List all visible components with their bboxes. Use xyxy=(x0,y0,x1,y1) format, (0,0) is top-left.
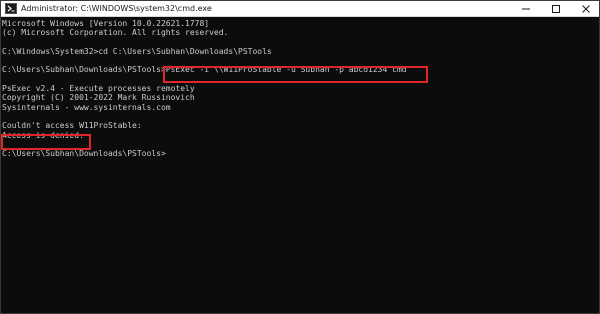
window-controls xyxy=(511,1,599,17)
console-line: Couldn't access W11ProStable: xyxy=(2,121,142,131)
console-output[interactable]: Microsoft Windows [Version 10.0.22621.17… xyxy=(1,17,599,313)
console-line: C:\Windows\System32>cd C:\Users\Subhan\D… xyxy=(2,46,272,56)
title-bar[interactable]: Administrator: C:\WINDOWS\system32\cmd.e… xyxy=(1,1,599,17)
console-line-psexec-command: C:\Users\Subhan\Downloads\PSTools>PsExec… xyxy=(2,65,407,75)
console-line: Microsoft Windows [Version 10.0.22621.17… xyxy=(2,19,210,28)
console-line: Sysinternals - www.sysinternals.com xyxy=(2,102,171,112)
close-icon xyxy=(582,5,590,13)
command-prompt-icon xyxy=(5,3,17,14)
minimize-button[interactable] xyxy=(511,1,541,17)
console-line-access-denied: Access is denied. xyxy=(2,130,84,140)
window-title: Administrator: C:\WINDOWS\system32\cmd.e… xyxy=(21,4,212,13)
minimize-icon xyxy=(522,8,530,10)
maximize-button[interactable] xyxy=(541,1,571,17)
console-line: Copyright (C) 2001-2022 Mark Russinovich xyxy=(2,93,195,103)
console-prompt-line: C:\Users\Subhan\Downloads\PSTools> xyxy=(2,149,166,159)
cmd-window: Administrator: C:\WINDOWS\system32\cmd.e… xyxy=(0,0,600,314)
console-line: PsExec v2.4 - Execute processes remotely xyxy=(2,84,195,94)
maximize-icon xyxy=(552,5,560,13)
close-button[interactable] xyxy=(571,1,599,17)
console-line: (c) Microsoft Corporation. All rights re… xyxy=(2,28,229,38)
